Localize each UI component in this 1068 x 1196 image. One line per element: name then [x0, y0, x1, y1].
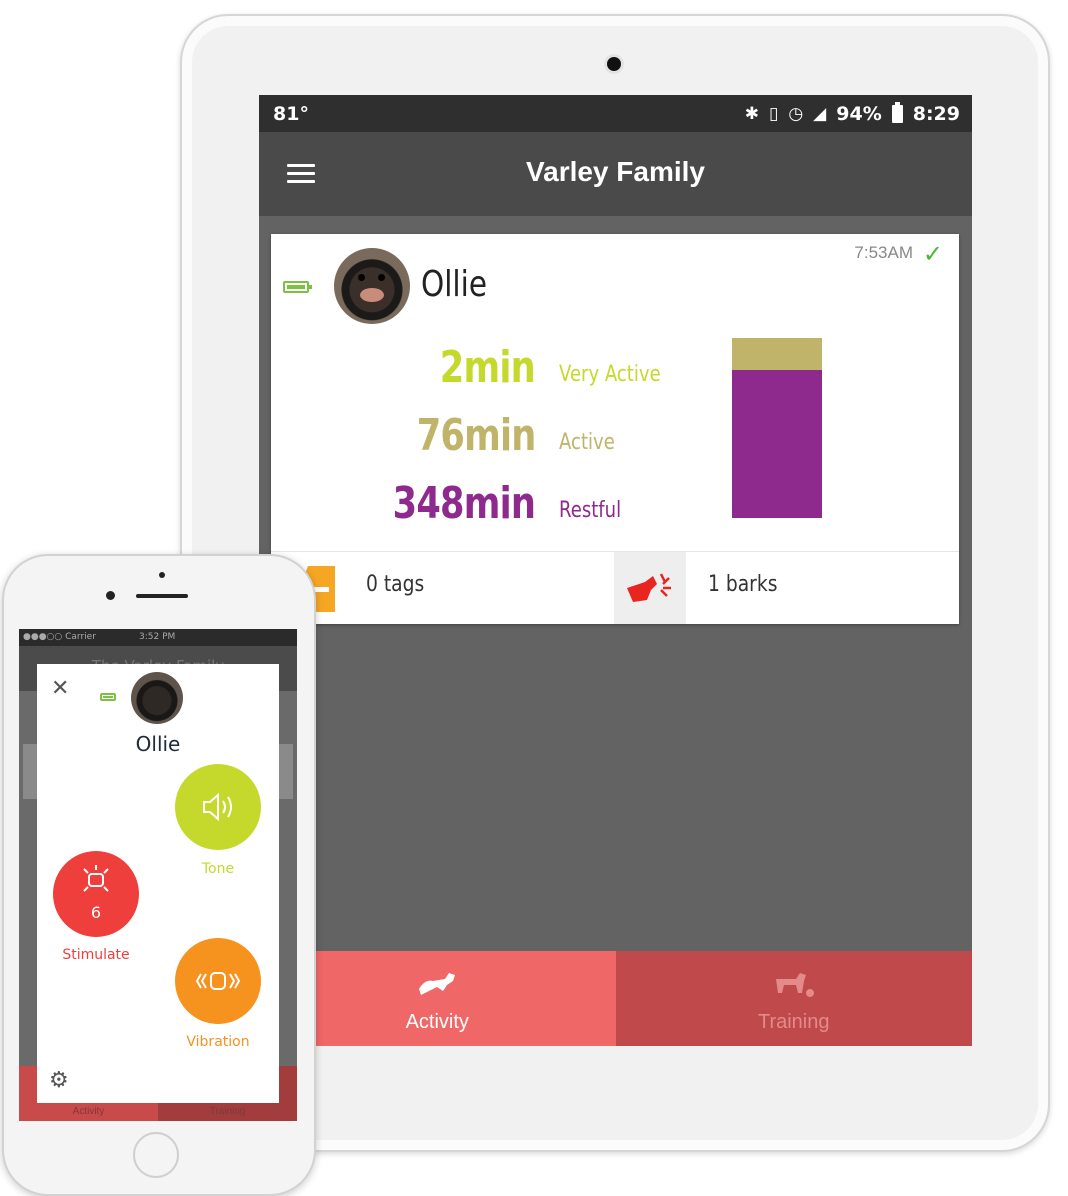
- clock-time: 8:29: [912, 102, 960, 125]
- pet-name: Ollie: [135, 732, 181, 756]
- restful-label: Restful: [559, 498, 622, 523]
- active-label: Active: [559, 430, 615, 455]
- carrier-text: ●●●○○ Carrier: [23, 632, 96, 642]
- running-dog-icon: [419, 973, 456, 995]
- wifi-signal-icon: ◢: [813, 103, 827, 124]
- barks-count[interactable]: 1 barks: [708, 572, 777, 597]
- pet-activity-card[interactable]: 7:53AM ✓ Ollie 2min Very Active 76min Ac…: [271, 234, 959, 624]
- restful-bar-segment: [732, 370, 822, 518]
- very-active-value: 2min: [439, 342, 536, 393]
- check-icon: ✓: [922, 240, 943, 268]
- speaker-icon: [203, 792, 232, 822]
- page-title: Varley Family: [525, 156, 705, 187]
- alarm-icon: ◷: [788, 103, 804, 124]
- phone-sensor: [159, 572, 165, 578]
- remote-training-modal: ✕ Ollie Tone 6 Stimulate Vibration ⚙: [37, 664, 279, 1103]
- vibration-button[interactable]: [175, 938, 261, 1024]
- tone-label: Tone: [201, 861, 235, 877]
- phone-speaker: [136, 594, 188, 598]
- active-bar-segment: [732, 338, 822, 370]
- battery-percent: 94%: [836, 102, 882, 125]
- tags-count[interactable]: 0 tags: [366, 572, 424, 597]
- vibrate-icon: ▯: [768, 103, 779, 124]
- bluetooth-icon: ✱: [744, 103, 759, 124]
- status-bar: 81° ✱ ▯ ◷ ◢ 94% 8:29: [259, 95, 972, 132]
- battery-icon: [891, 101, 903, 123]
- sitting-dog-icon: [775, 973, 814, 997]
- pet-avatar: [131, 672, 183, 724]
- temperature-text: 81°: [273, 102, 309, 125]
- gear-icon[interactable]: ⚙: [49, 1068, 69, 1093]
- vibration-label: Vibration: [186, 1034, 250, 1050]
- tab-training-label: Training: [757, 1011, 830, 1033]
- barking-dog-icon: [627, 573, 671, 602]
- sync-time: 7:53AM: [854, 243, 913, 262]
- activity-stacked-bar: [732, 338, 822, 518]
- card-footer: 0 tags 1 barks: [271, 551, 959, 624]
- app-bar: Varley Family: [259, 132, 972, 216]
- tablet-camera: [607, 57, 621, 71]
- collar-battery-icon: [283, 281, 312, 293]
- pet-avatar: [334, 248, 410, 324]
- tablet-screen: 81° ✱ ▯ ◷ ◢ 94% 8:29 Varley Family 7:53A…: [259, 95, 972, 1046]
- vibration-icon: [195, 972, 241, 990]
- stimulate-label: Stimulate: [62, 947, 130, 963]
- bottom-tab-bar: Activity Training: [259, 951, 972, 1046]
- phone-clock: 3:52 PM: [139, 632, 176, 642]
- collar-battery-icon: [100, 693, 116, 701]
- tone-button[interactable]: [175, 764, 261, 850]
- stimulate-button[interactable]: 6: [53, 851, 139, 937]
- phone-status-bar: ●●●○○ Carrier 3:52 PM: [19, 629, 297, 646]
- pet-name: Ollie: [421, 264, 488, 305]
- active-value: 76min: [416, 410, 536, 461]
- tab-training[interactable]: Training: [615, 951, 972, 1046]
- restful-value: 348min: [392, 478, 536, 529]
- stimulation-level: 6: [90, 903, 102, 922]
- close-icon[interactable]: ✕: [51, 678, 69, 700]
- very-active-label: Very Active: [559, 362, 661, 387]
- bark-icon-box[interactable]: [614, 552, 686, 624]
- phone-camera: [106, 591, 115, 600]
- stimulate-icon: [83, 865, 109, 892]
- home-button[interactable]: [133, 1132, 179, 1178]
